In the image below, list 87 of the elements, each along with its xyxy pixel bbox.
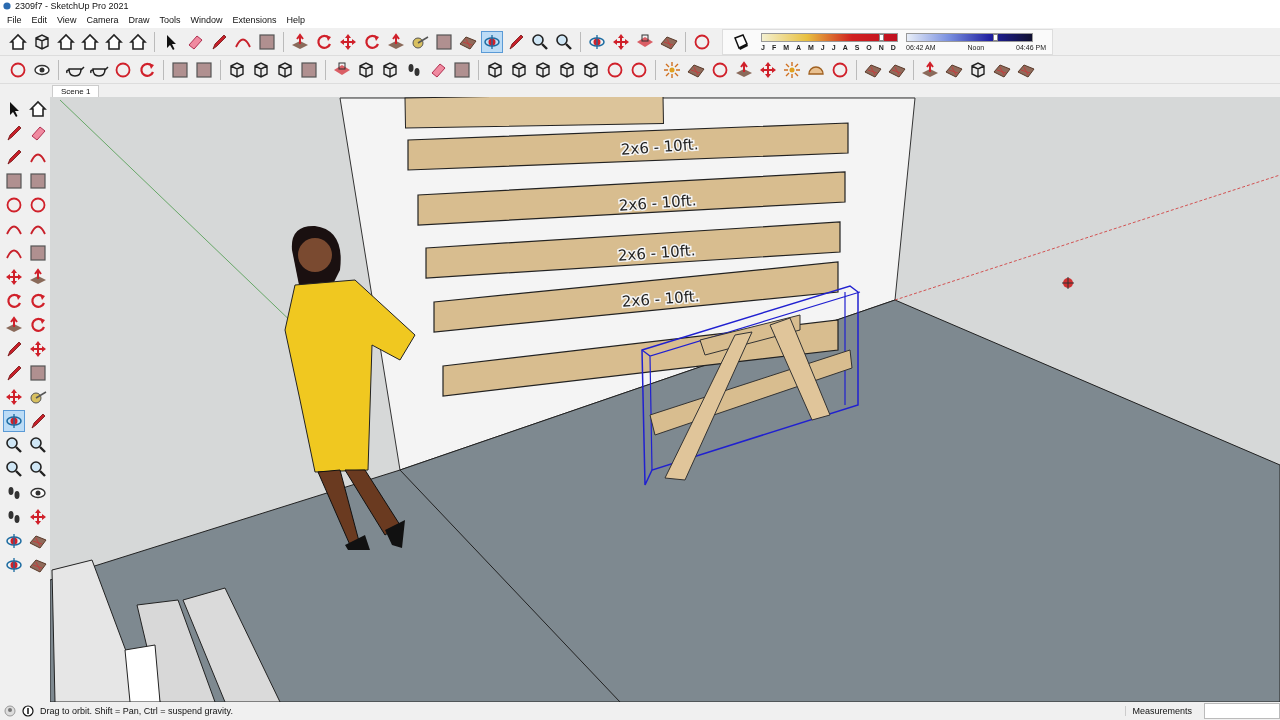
cube-icon[interactable] <box>32 31 52 52</box>
rectangle-icon[interactable] <box>28 243 48 263</box>
push-pull-icon[interactable] <box>734 59 754 80</box>
house-icon[interactable] <box>8 31 28 52</box>
orbit-icon[interactable] <box>4 555 24 575</box>
cube-icon[interactable] <box>557 59 577 80</box>
rotate-icon[interactable] <box>28 291 48 311</box>
move-icon[interactable] <box>4 387 24 407</box>
scene-tab[interactable]: Scene 1 <box>52 85 100 97</box>
orbit-button[interactable] <box>4 411 24 431</box>
pencil-icon[interactable] <box>4 339 24 359</box>
sun-icon[interactable] <box>662 59 682 80</box>
house-icon[interactable] <box>104 31 124 52</box>
cube-icon[interactable] <box>251 59 271 80</box>
menu-item[interactable]: Edit <box>26 15 53 25</box>
menu-item[interactable]: Extensions <box>227 15 282 25</box>
rectangle-icon[interactable] <box>28 363 48 383</box>
cube-icon[interactable] <box>581 59 601 80</box>
cube-icon[interactable] <box>275 59 295 80</box>
window-title: 2309f7 - SketchUp Pro 2021 <box>15 1 129 11</box>
cube-icon[interactable] <box>533 59 553 80</box>
zoom-icon[interactable] <box>554 31 574 52</box>
cube-icon[interactable] <box>509 59 529 80</box>
status-hint: Drag to orbit. Shift = Pan, Ctrl = suspend gravity. <box>40 706 234 716</box>
sun-icon[interactable] <box>782 59 802 80</box>
menu-item[interactable]: Window <box>185 15 228 25</box>
pencil-icon[interactable] <box>4 363 24 383</box>
slider-thumb[interactable] <box>992 33 998 41</box>
cube-icon[interactable] <box>485 59 505 80</box>
dimension-label: 2x6 - 10ft. <box>617 241 696 265</box>
3d-viewport[interactable]: 2x6 - 10ft. 2x6 - 10ft. 2x6 - 10ft. 2x6 - 10ft. <box>50 97 1280 702</box>
pencil-icon[interactable] <box>28 411 48 431</box>
push-pull-icon[interactable] <box>28 267 48 287</box>
measurements-field[interactable] <box>1204 703 1280 719</box>
rectangle-icon[interactable] <box>28 171 48 191</box>
zoom-icon[interactable] <box>4 435 24 455</box>
app-icon <box>3 2 11 10</box>
rectangle-icon[interactable] <box>299 59 319 80</box>
rectangle-icon[interactable] <box>434 31 454 52</box>
orbit-icon[interactable] <box>4 531 24 551</box>
menu-item[interactable]: File <box>2 15 27 25</box>
dimension-label: 2x6 - 10ft. <box>621 287 700 311</box>
cube-icon[interactable] <box>227 59 247 80</box>
move-icon[interactable] <box>28 339 48 359</box>
zoom-icon[interactable] <box>28 459 48 479</box>
rotate-icon[interactable] <box>4 291 24 311</box>
rotate-icon[interactable] <box>28 315 48 335</box>
rectangle-icon[interactable] <box>170 59 190 80</box>
move-icon[interactable] <box>28 507 48 527</box>
house-icon[interactable] <box>80 31 100 52</box>
push-pull-icon[interactable] <box>4 315 24 335</box>
menu-item[interactable]: Help <box>281 15 310 25</box>
cube-icon[interactable] <box>380 59 400 80</box>
house-icon[interactable] <box>28 99 48 119</box>
dimension-label: 2x6 - 10ft. <box>620 135 699 159</box>
house-icon[interactable] <box>56 31 76 52</box>
push-pull-icon[interactable] <box>386 31 406 52</box>
menu-item[interactable]: View <box>52 15 82 25</box>
push-pull-icon[interactable] <box>290 31 310 52</box>
time-slider[interactable] <box>906 32 1033 42</box>
rectangle-icon[interactable] <box>194 59 214 80</box>
info-icon[interactable] <box>22 705 34 717</box>
cube-icon[interactable] <box>968 59 988 80</box>
rectangle-icon[interactable] <box>452 59 472 80</box>
date-slider[interactable] <box>761 32 898 42</box>
zoom-icon[interactable] <box>28 435 48 455</box>
house-icon[interactable] <box>128 31 148 52</box>
circle-icon[interactable] <box>4 195 24 215</box>
cube-icon[interactable] <box>356 59 376 80</box>
zoom-icon[interactable] <box>530 31 550 52</box>
axis-marker-icon <box>1061 276 1075 290</box>
shadow-toggle-icon[interactable] <box>731 31 751 52</box>
zoom-icon[interactable] <box>4 459 24 479</box>
slider-thumb[interactable] <box>878 33 884 41</box>
menu-item[interactable]: Camera <box>81 15 124 25</box>
pencil-icon[interactable] <box>4 147 24 167</box>
orbit-button[interactable] <box>482 31 502 52</box>
push-pull-icon[interactable] <box>920 59 940 80</box>
circle-icon[interactable] <box>28 195 48 215</box>
rectangle-icon[interactable] <box>257 31 277 52</box>
move-icon[interactable] <box>4 267 24 287</box>
pencil-icon[interactable] <box>4 123 24 143</box>
rectangle-icon[interactable] <box>4 171 24 191</box>
dimension-label: 2x6 - 10ft. <box>618 191 697 215</box>
measurements-label: Measurements <box>1125 706 1198 716</box>
menu-item[interactable]: Tools <box>154 15 186 25</box>
menu-item[interactable]: Draw <box>123 15 155 25</box>
